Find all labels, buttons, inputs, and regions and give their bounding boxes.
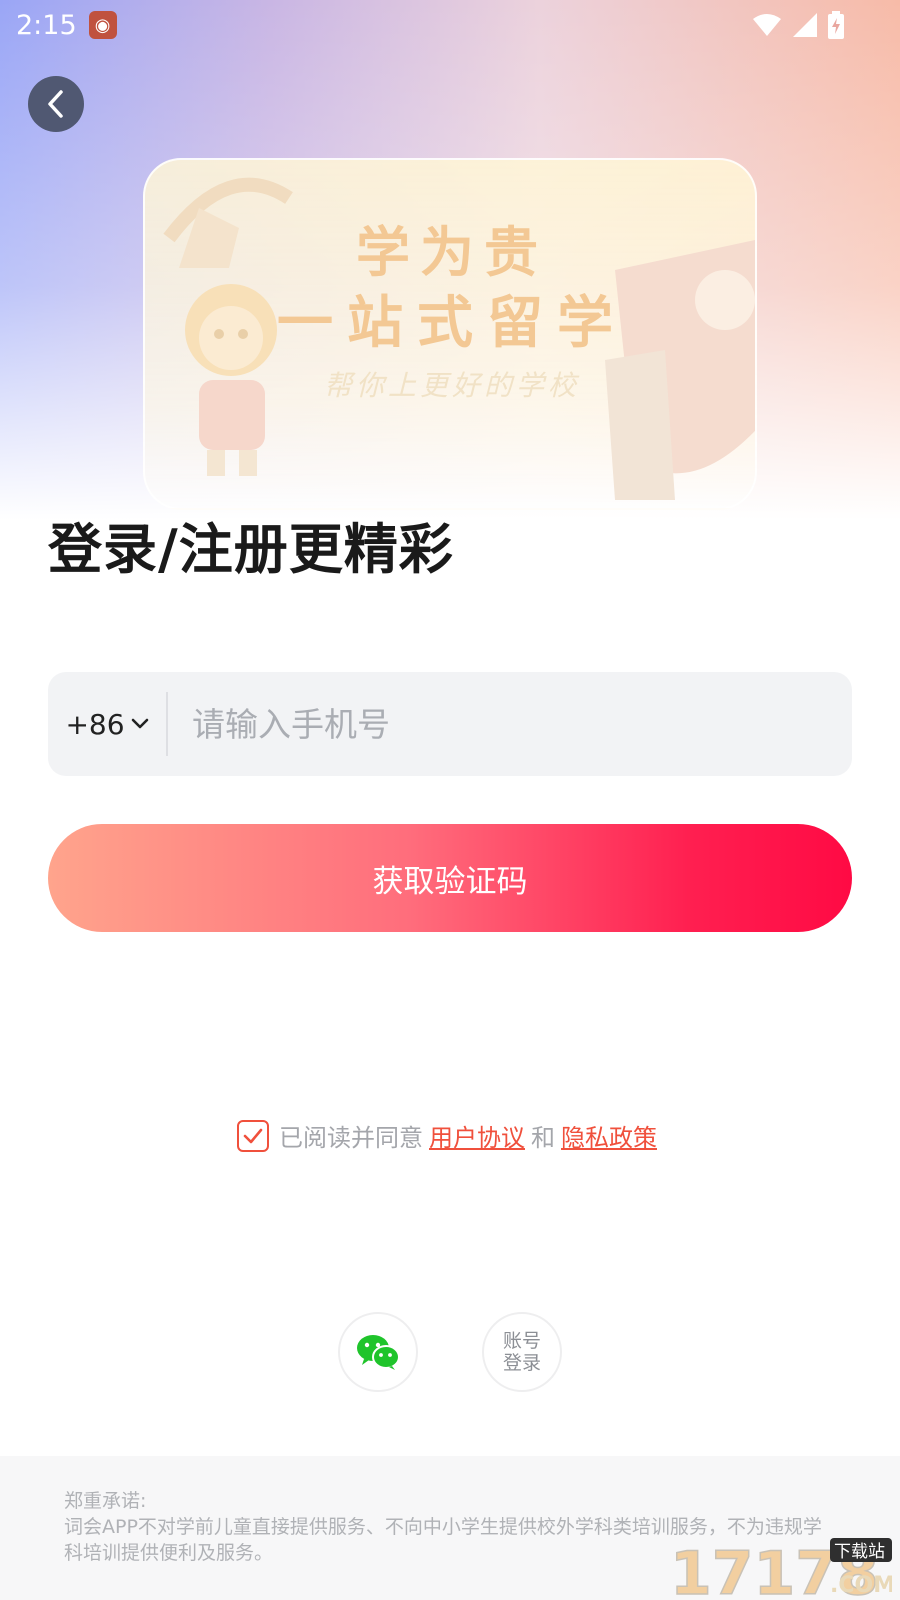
agreement-prefix: 已阅读并同意 bbox=[279, 1124, 423, 1152]
banner-line1: 学为贵 bbox=[356, 220, 548, 284]
country-code-selector[interactable]: +86 bbox=[48, 692, 168, 756]
site-watermark-logo: 17178 下载站 .COM bbox=[670, 1538, 892, 1598]
battery-charging-icon bbox=[828, 11, 844, 39]
back-button[interactable] bbox=[28, 76, 84, 132]
get-verification-code-button[interactable]: 获取验证码 bbox=[48, 824, 852, 932]
wechat-login-button[interactable] bbox=[338, 1312, 418, 1392]
account-login-line2: 登录 bbox=[502, 1352, 541, 1374]
footer-heading: 郑重承诺: bbox=[64, 1490, 147, 1512]
banner-line2: 一站式留学 bbox=[277, 290, 627, 356]
country-code-label: +86 bbox=[65, 707, 125, 741]
phone-input-group: +86 bbox=[48, 672, 852, 776]
status-bar: 2:15 ◉ bbox=[0, 0, 900, 50]
status-icons bbox=[752, 11, 844, 39]
privacy-policy-link[interactable]: 隐私政策 bbox=[561, 1118, 657, 1153]
weibo-app-icon: ◉ bbox=[88, 11, 117, 39]
promo-banner: 学为贵 一站式留学 帮你上更好的学校 bbox=[143, 158, 757, 510]
phone-number-input[interactable] bbox=[168, 692, 852, 756]
banner-slogan: 帮你上更好的学校 bbox=[323, 369, 580, 402]
user-agreement-link[interactable]: 用户协议 bbox=[429, 1118, 525, 1153]
account-login-button[interactable]: 账号 登录 bbox=[482, 1312, 562, 1392]
account-login-line1: 账号 bbox=[502, 1330, 541, 1352]
page-title: 登录/注册更精彩 bbox=[48, 518, 454, 581]
checkmark-icon bbox=[243, 1128, 263, 1143]
status-time: 2:15 bbox=[16, 9, 77, 41]
agreement-row: 已阅读并同意 用户协议 和 隐私政策 bbox=[0, 1118, 900, 1153]
chevron-left-icon bbox=[48, 90, 63, 118]
agreement-checkbox[interactable] bbox=[237, 1119, 269, 1152]
chevron-down-icon bbox=[131, 718, 148, 729]
wechat-icon bbox=[357, 1335, 400, 1370]
wifi-icon bbox=[753, 14, 781, 36]
agreement-and: 和 bbox=[531, 1124, 555, 1152]
signal-icon bbox=[793, 13, 817, 37]
account-login-label: 账号 登录 bbox=[502, 1330, 542, 1374]
svg-text:.COM: .COM bbox=[830, 1573, 892, 1598]
svg-text:下载站: 下载站 bbox=[834, 1542, 885, 1562]
